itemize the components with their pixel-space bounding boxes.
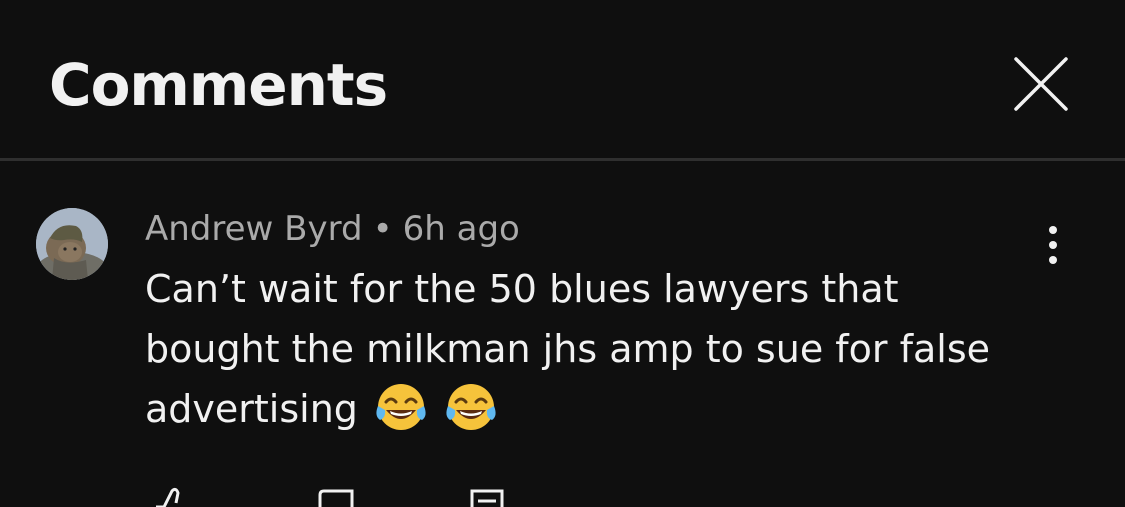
dislike-icon bbox=[318, 489, 354, 507]
reply-icon bbox=[470, 489, 504, 507]
close-icon bbox=[1014, 57, 1068, 111]
comment-actions bbox=[0, 483, 1125, 507]
comment-text: Can’t wait for the 50 blues lawyers that… bbox=[145, 259, 1025, 439]
comment-item: Andrew Byrd • 6h ago Can’t wait for the 50… bbox=[0, 161, 1125, 507]
close-button[interactable] bbox=[1008, 51, 1074, 117]
comments-panel: Comments Andrew Byrd • 6h ago Can’t wait… bbox=[0, 0, 1125, 507]
like-button[interactable] bbox=[148, 483, 192, 507]
meta-separator: • bbox=[372, 209, 393, 249]
comment-meta: Andrew Byrd • 6h ago bbox=[145, 208, 520, 250]
like-icon bbox=[156, 487, 180, 507]
comment-body: Can’t wait for the 50 blues lawyers that… bbox=[145, 267, 990, 431]
more-vertical-icon bbox=[1049, 226, 1057, 264]
reply-button[interactable] bbox=[466, 483, 510, 507]
dislike-button[interactable] bbox=[314, 483, 358, 507]
comment-author[interactable]: Andrew Byrd bbox=[145, 209, 363, 249]
comments-title: Comments bbox=[49, 51, 388, 119]
comment-time: 6h ago bbox=[402, 209, 520, 249]
comments-header: Comments bbox=[0, 0, 1125, 158]
comment-menu-button[interactable] bbox=[1030, 225, 1076, 265]
face-with-tears-of-joy-icon bbox=[446, 384, 496, 430]
avatar[interactable] bbox=[36, 208, 108, 280]
face-with-tears-of-joy-icon bbox=[376, 384, 426, 430]
avatar-image bbox=[36, 208, 108, 280]
